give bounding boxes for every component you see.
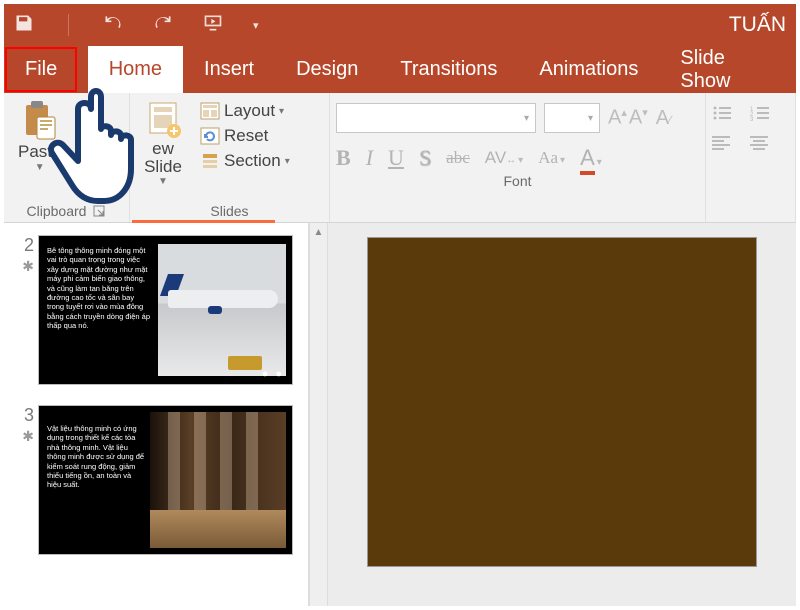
slide3-image: [150, 412, 286, 548]
tab-animations[interactable]: Animations: [518, 46, 659, 93]
slide-nav-dots: ● ●: [262, 368, 284, 380]
thumbnail-scrollbar[interactable]: ▲: [309, 223, 328, 606]
separator: [68, 14, 69, 36]
layout-button[interactable]: Layout▾: [196, 99, 294, 123]
font-color-button[interactable]: A: [580, 145, 602, 171]
slide-number: 2: [24, 235, 34, 255]
paste-label: Paste: [18, 142, 61, 162]
group-paragraph: 123: [706, 93, 796, 222]
tab-slideshow[interactable]: Slide Show: [659, 46, 796, 93]
slide2-text: Bê tông thông minh đóng một vai trò quan…: [47, 246, 151, 330]
new-slide-button[interactable]: ew Slide ▼: [136, 97, 190, 187]
reset-button[interactable]: Reset: [196, 124, 294, 148]
font-name-combo[interactable]: ▾: [336, 103, 536, 133]
align-left-icon[interactable]: [712, 135, 732, 151]
active-group-underline: [132, 220, 275, 223]
group-label-font: Font: [336, 171, 699, 192]
strikethrough-button[interactable]: abc: [446, 148, 470, 168]
current-slide[interactable]: [367, 237, 757, 567]
qat-customize-icon[interactable]: ▾: [253, 19, 259, 32]
group-label-slides: Slides: [136, 201, 323, 222]
italic-button[interactable]: I: [366, 145, 373, 171]
save-icon[interactable]: [14, 13, 34, 38]
chevron-down-icon: ▼: [35, 162, 45, 173]
quick-access-toolbar: ▾: [14, 13, 259, 38]
underline-button[interactable]: U: [388, 145, 404, 171]
document-user: TUẤN: [729, 13, 786, 37]
slide-thumbnails-panel[interactable]: 2 ✱ Bê tông thông minh đóng một vai trò q…: [4, 223, 309, 606]
group-slides: ew Slide ▼ Layout▾ Reset Section▾ Slides: [130, 93, 330, 222]
dialog-launcher-icon[interactable]: [92, 204, 106, 218]
tab-insert[interactable]: Insert: [183, 46, 275, 93]
tab-file[interactable]: File: [4, 46, 78, 93]
thumbnail-slide-3[interactable]: 3 ✱ Vật liệu thông minh có ứng dụng trong…: [4, 401, 308, 571]
align-center-icon[interactable]: [750, 135, 770, 151]
workspace: 2 ✱ Bê tông thông minh đóng một vai trò q…: [4, 223, 796, 606]
numbering-icon[interactable]: 123: [750, 105, 770, 121]
clear-formatting-icon[interactable]: A⁄: [656, 107, 671, 130]
new-slide-label: ew Slide: [144, 140, 182, 176]
undo-icon[interactable]: [103, 13, 123, 38]
slide3-text: Vật liệu thông minh có ứng dụng trong th…: [47, 424, 145, 490]
tab-home[interactable]: Home: [88, 46, 183, 93]
thumbnail-slide-2[interactable]: 2 ✱ Bê tông thông minh đóng một vai trò q…: [4, 231, 308, 401]
group-label-clipboard: Clipboard: [10, 201, 123, 222]
animation-star-icon: ✱: [10, 258, 34, 275]
ribbon-tabs: File Home Insert Design Transitions Anim…: [4, 46, 796, 93]
scroll-up-icon[interactable]: ▲: [310, 223, 327, 241]
char-spacing-button[interactable]: AV↔: [485, 148, 523, 168]
change-case-button[interactable]: Aa: [538, 148, 565, 168]
text-shadow-button[interactable]: S: [419, 145, 431, 171]
group-clipboard: Paste ▼ Clipboard: [4, 93, 130, 222]
redo-icon[interactable]: [153, 13, 173, 38]
tab-transitions[interactable]: Transitions: [379, 46, 518, 93]
start-from-beginning-icon[interactable]: [203, 13, 223, 38]
section-button[interactable]: Section▾: [196, 149, 294, 173]
slide-number: 3: [24, 405, 34, 425]
chevron-down-icon: ▼: [158, 176, 168, 187]
font-size-combo[interactable]: ▾: [544, 103, 600, 133]
animation-star-icon: ✱: [10, 428, 34, 445]
paste-button[interactable]: Paste ▼: [10, 97, 69, 173]
title-bar: ▾ TUẤN: [4, 4, 796, 46]
grow-font-icon[interactable]: A▴: [608, 106, 627, 130]
bullets-icon[interactable]: [712, 105, 732, 121]
slide-editor[interactable]: [328, 223, 796, 606]
bold-button[interactable]: B: [336, 145, 351, 171]
shrink-font-icon[interactable]: A▾: [629, 106, 648, 130]
ribbon: Paste ▼ Clipboard ew Slide ▼ Layout▾: [4, 93, 796, 223]
slide2-image: [158, 244, 286, 376]
svg-text:3: 3: [750, 117, 754, 121]
group-font: ▾ ▾ A▴ A▾ A⁄ B I U S abc AV↔ Aa A Font: [330, 93, 706, 222]
cut-icon[interactable]: [77, 103, 99, 130]
tab-design[interactable]: Design: [275, 46, 379, 93]
